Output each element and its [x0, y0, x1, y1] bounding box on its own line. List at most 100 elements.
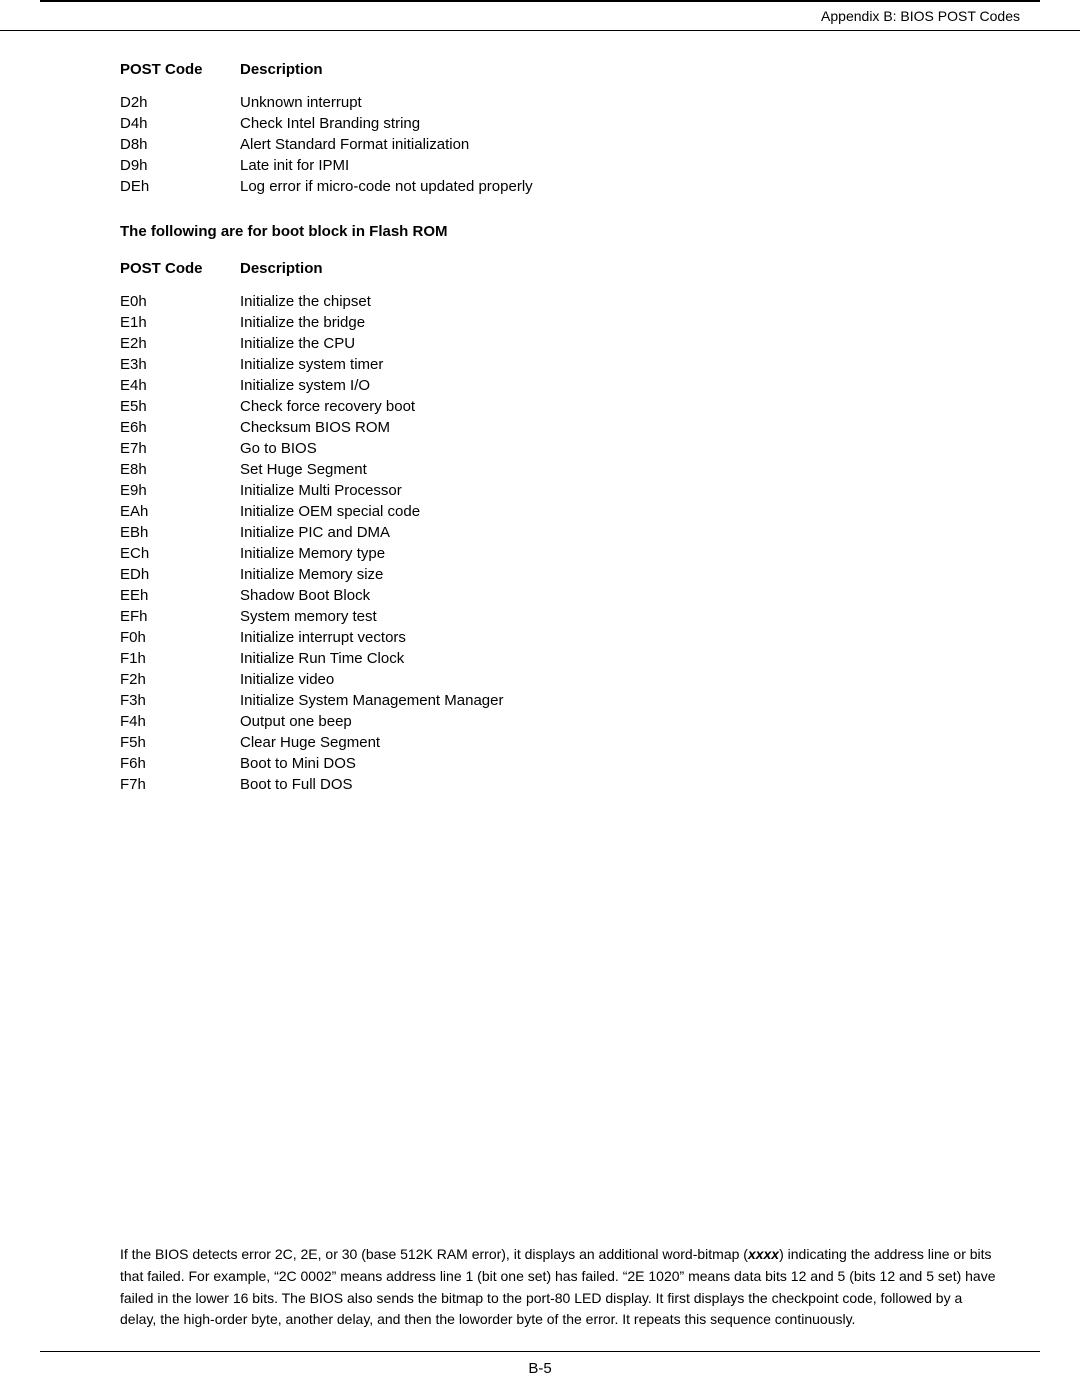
row-code: EDh [120, 566, 240, 583]
row-desc: Initialize OEM special code [240, 503, 420, 520]
section1-rows: D2hUnknown interrupt D4hCheck Intel Brand… [120, 94, 1000, 195]
row-desc: Boot to Mini DOS [240, 755, 356, 772]
footer-text1: If the BIOS detects error 2C, 2E, or 30 … [120, 1246, 748, 1262]
table-row: E4hInitialize system I/O [120, 377, 1000, 394]
row-code: D2h [120, 94, 240, 111]
table-row: E2hInitialize the CPU [120, 335, 1000, 352]
section1-header: POST Code Description [120, 61, 1000, 78]
row-desc: Alert Standard Format initialization [240, 136, 469, 153]
content-area: POST Code Description D2hUnknown interru… [0, 31, 1080, 1236]
row-code: E5h [120, 398, 240, 415]
row-desc: System memory test [240, 608, 377, 625]
row-code: F7h [120, 776, 240, 793]
row-code: E9h [120, 482, 240, 499]
row-code: DEh [120, 178, 240, 195]
table-row: E9hInitialize Multi Processor [120, 482, 1000, 499]
row-desc: Initialize Memory size [240, 566, 383, 583]
row-code: E6h [120, 419, 240, 436]
footer-italic: xxxx [748, 1246, 779, 1262]
row-code: F1h [120, 650, 240, 667]
table-row: E3hInitialize system timer [120, 356, 1000, 373]
row-desc: Initialize the CPU [240, 335, 355, 352]
header-title: Appendix B: BIOS POST Codes [821, 8, 1020, 24]
row-code: EBh [120, 524, 240, 541]
footer-area: If the BIOS detects error 2C, 2E, or 30 … [0, 1244, 1080, 1331]
row-desc: Initialize system I/O [240, 377, 370, 394]
row-desc: Output one beep [240, 713, 352, 730]
row-desc: Initialize interrupt vectors [240, 629, 406, 646]
section2-title: The following are for boot block in Flas… [120, 223, 1000, 240]
row-desc: Initialize PIC and DMA [240, 524, 390, 541]
table-row: D2hUnknown interrupt [120, 94, 1000, 111]
row-code: D4h [120, 115, 240, 132]
page-container: Appendix B: BIOS POST Codes POST Code De… [0, 0, 1080, 1397]
table-row: E1hInitialize the bridge [120, 314, 1000, 331]
table-row: F7hBoot to Full DOS [120, 776, 1000, 793]
table-row: D8hAlert Standard Format initialization [120, 136, 1000, 153]
section2-col-desc-label: Description [240, 260, 323, 277]
row-desc: Log error if micro-code not updated prop… [240, 178, 533, 195]
row-code: E2h [120, 335, 240, 352]
table-row: D9hLate init for IPMI [120, 157, 1000, 174]
page-header: Appendix B: BIOS POST Codes [0, 2, 1080, 31]
table-row: F0hInitialize interrupt vectors [120, 629, 1000, 646]
row-desc: Initialize the chipset [240, 293, 371, 310]
row-code: F5h [120, 734, 240, 751]
table-row: F1hInitialize Run Time Clock [120, 650, 1000, 667]
row-desc: Set Huge Segment [240, 461, 367, 478]
table-row: E0hInitialize the chipset [120, 293, 1000, 310]
table-row: E8hSet Huge Segment [120, 461, 1000, 478]
row-desc: Initialize the bridge [240, 314, 365, 331]
row-desc: Checksum BIOS ROM [240, 419, 390, 436]
row-code: E3h [120, 356, 240, 373]
section1-col-code-label: POST Code [120, 61, 240, 78]
row-code: D8h [120, 136, 240, 153]
footer-note: If the BIOS detects error 2C, 2E, or 30 … [120, 1244, 1000, 1331]
row-code: F3h [120, 692, 240, 709]
row-code: EEh [120, 587, 240, 604]
table-row: EDhInitialize Memory size [120, 566, 1000, 583]
row-desc: Initialize video [240, 671, 334, 688]
row-desc: Initialize system timer [240, 356, 383, 373]
row-code: E0h [120, 293, 240, 310]
table-row: E6hChecksum BIOS ROM [120, 419, 1000, 436]
row-desc: Shadow Boot Block [240, 587, 370, 604]
table-row: D4hCheck Intel Branding string [120, 115, 1000, 132]
row-code: E8h [120, 461, 240, 478]
row-code: D9h [120, 157, 240, 174]
table-row: EAhInitialize OEM special code [120, 503, 1000, 520]
row-desc: Initialize System Management Manager [240, 692, 503, 709]
table-row: DEhLog error if micro-code not updated p… [120, 178, 1000, 195]
table-row: F6hBoot to Mini DOS [120, 755, 1000, 772]
table-row: F4hOutput one beep [120, 713, 1000, 730]
row-desc: Clear Huge Segment [240, 734, 380, 751]
row-code: EAh [120, 503, 240, 520]
row-code: EFh [120, 608, 240, 625]
page-number-bar: B-5 [0, 1352, 1080, 1397]
row-code: E1h [120, 314, 240, 331]
row-code: F0h [120, 629, 240, 646]
row-desc: Go to BIOS [240, 440, 317, 457]
row-code: F2h [120, 671, 240, 688]
table-row: EBhInitialize PIC and DMA [120, 524, 1000, 541]
table-row: F3hInitialize System Management Manager [120, 692, 1000, 709]
section2-rows: E0hInitialize the chipsetE1hInitialize t… [120, 293, 1000, 793]
row-desc: Unknown interrupt [240, 94, 362, 111]
table-row: E7hGo to BIOS [120, 440, 1000, 457]
row-desc: Initialize Run Time Clock [240, 650, 404, 667]
row-code: ECh [120, 545, 240, 562]
row-code: F4h [120, 713, 240, 730]
page-number: B-5 [528, 1360, 551, 1377]
table-row: EChInitialize Memory type [120, 545, 1000, 562]
table-row: EEhShadow Boot Block [120, 587, 1000, 604]
table-row: F2hInitialize video [120, 671, 1000, 688]
section1-col-desc-label: Description [240, 61, 323, 78]
row-code: E7h [120, 440, 240, 457]
row-desc: Late init for IPMI [240, 157, 349, 174]
row-desc: Boot to Full DOS [240, 776, 353, 793]
row-code: E4h [120, 377, 240, 394]
section2-col-code-label: POST Code [120, 260, 240, 277]
row-desc: Check force recovery boot [240, 398, 415, 415]
section2-header: POST Code Description [120, 260, 1000, 277]
table-row: F5hClear Huge Segment [120, 734, 1000, 751]
